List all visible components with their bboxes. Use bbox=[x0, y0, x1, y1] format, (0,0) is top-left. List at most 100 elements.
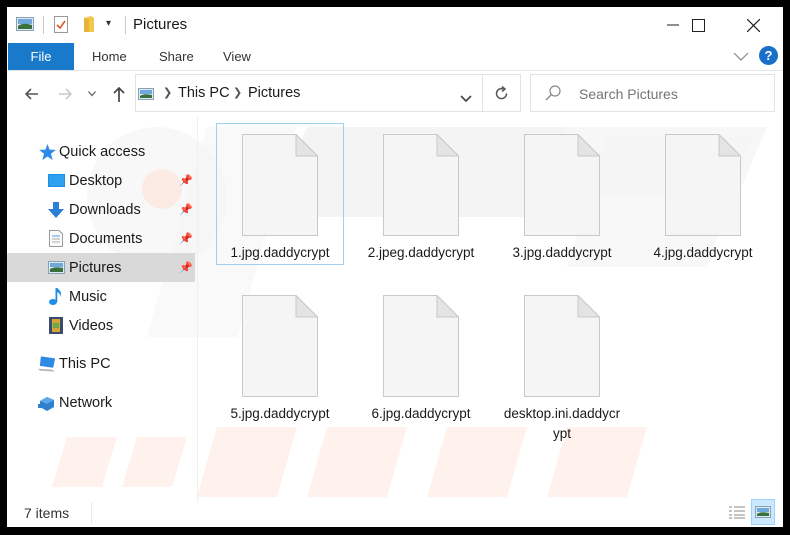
file-name: 6.jpg.daddycrypt bbox=[371, 406, 471, 421]
back-arrow-icon bbox=[25, 88, 38, 100]
sidebar-item-label: This PC bbox=[59, 355, 111, 372]
customize-toolbar-icon[interactable]: ▾ bbox=[106, 18, 111, 29]
file-name: 4.jpg.daddycrypt bbox=[653, 245, 753, 260]
file-name: desktop.ini.daddycrypt bbox=[503, 406, 621, 441]
computer-icon bbox=[38, 355, 56, 372]
up-arrow-icon bbox=[113, 86, 125, 102]
pin-icon[interactable]: 📌 bbox=[179, 174, 193, 187]
close-button[interactable] bbox=[730, 7, 776, 43]
expand-ribbon-button[interactable] bbox=[733, 49, 749, 67]
forward-arrow-icon bbox=[59, 88, 72, 100]
breadcrumb-pictures[interactable]: Pictures bbox=[248, 85, 300, 101]
tab-share[interactable]: Share bbox=[159, 43, 194, 70]
search-icon bbox=[545, 85, 561, 106]
address-dropdown-button[interactable] bbox=[460, 90, 472, 108]
sidebar-item-pictures[interactable]: Pictures 📌 bbox=[7, 253, 195, 282]
videos-icon bbox=[47, 317, 65, 334]
maximize-button[interactable] bbox=[675, 7, 721, 43]
breadcrumb-separator-icon[interactable]: ❯ bbox=[233, 86, 242, 99]
pin-icon[interactable]: 📌 bbox=[179, 261, 193, 274]
file-name: 5.jpg.daddycrypt bbox=[230, 406, 330, 421]
pictures-icon bbox=[47, 260, 65, 276]
status-divider bbox=[91, 502, 92, 524]
network-icon bbox=[38, 395, 56, 411]
details-view-button[interactable] bbox=[725, 499, 749, 525]
details-view-icon bbox=[729, 506, 745, 519]
file-list: 1.jpg.daddycrypt 2.jpeg.daddycrypt 3.jpg.d… bbox=[216, 123, 777, 499]
pin-icon[interactable]: 📌 bbox=[179, 203, 193, 216]
sidebar-item-label: Downloads bbox=[69, 201, 141, 218]
pictures-app-icon bbox=[16, 17, 34, 31]
file-icon bbox=[383, 133, 460, 236]
file-name: 2.jpeg.daddycrypt bbox=[367, 245, 475, 260]
file-icon bbox=[524, 294, 601, 397]
chevron-down-icon bbox=[733, 52, 749, 61]
sidebar-item-videos[interactable]: Videos bbox=[7, 311, 195, 340]
search-input[interactable] bbox=[577, 84, 771, 104]
properties-icon[interactable] bbox=[54, 16, 68, 38]
toolbar-separator bbox=[125, 16, 126, 34]
toolbar-separator bbox=[43, 16, 44, 34]
file-item[interactable]: 5.jpg.daddycrypt bbox=[217, 285, 343, 435]
breadcrumb-separator-icon[interactable]: ❯ bbox=[163, 86, 172, 99]
file-item[interactable]: desktop.ini.daddycrypt bbox=[499, 285, 625, 441]
sidebar-item-label: Quick access bbox=[59, 143, 146, 160]
file-item[interactable]: 6.jpg.daddycrypt bbox=[358, 285, 484, 435]
search-box[interactable] bbox=[530, 74, 775, 112]
download-icon bbox=[47, 201, 65, 218]
sidebar-item-music[interactable]: Music bbox=[7, 282, 195, 311]
sidebar-item-documents[interactable]: Documents 📌 bbox=[7, 224, 195, 253]
refresh-icon bbox=[495, 85, 508, 99]
tab-view[interactable]: View bbox=[223, 43, 251, 70]
file-icon bbox=[665, 133, 742, 236]
title-bar: ▾ Pictures bbox=[7, 7, 783, 43]
music-icon bbox=[47, 288, 65, 305]
window-title: Pictures bbox=[133, 16, 188, 33]
file-icon bbox=[383, 294, 460, 397]
file-item[interactable]: 2.jpeg.daddycrypt bbox=[358, 124, 484, 274]
desktop-icon bbox=[47, 173, 65, 189]
file-item[interactable]: 3.jpg.daddycrypt bbox=[499, 124, 625, 274]
sidebar-item-network[interactable]: Network bbox=[7, 388, 195, 417]
large-icons-view-button[interactable] bbox=[751, 499, 775, 525]
file-name: 3.jpg.daddycrypt bbox=[512, 245, 612, 260]
forward-button[interactable] bbox=[54, 80, 76, 108]
tab-home[interactable]: Home bbox=[92, 43, 127, 70]
new-folder-icon[interactable] bbox=[83, 16, 95, 38]
file-explorer-window: ▾ Pictures File Home Share View ? ❯ This… bbox=[7, 7, 783, 527]
file-item[interactable]: 1.jpg.daddycrypt bbox=[216, 123, 344, 265]
pane-divider[interactable] bbox=[197, 117, 198, 502]
file-icon bbox=[242, 133, 319, 236]
file-icon bbox=[242, 294, 319, 397]
recent-locations-icon bbox=[88, 91, 96, 97]
close-icon bbox=[746, 18, 760, 32]
sidebar-item-quick-access[interactable]: Quick access bbox=[7, 137, 195, 166]
sidebar-item-label: Desktop bbox=[69, 172, 123, 189]
sidebar-item-label: Pictures bbox=[69, 259, 122, 276]
breadcrumb-this-pc[interactable]: This PC bbox=[178, 85, 230, 101]
sidebar-item-label: Music bbox=[69, 288, 107, 305]
sidebar-item-downloads[interactable]: Downloads 📌 bbox=[7, 195, 195, 224]
sidebar-item-this-pc[interactable]: This PC bbox=[7, 349, 195, 378]
up-button[interactable] bbox=[108, 80, 130, 108]
large-icons-view-icon bbox=[755, 506, 771, 518]
sidebar-item-label: Videos bbox=[69, 317, 114, 334]
pin-icon[interactable]: 📌 bbox=[179, 232, 193, 245]
refresh-button[interactable] bbox=[483, 74, 521, 112]
star-icon bbox=[38, 143, 56, 160]
tab-file[interactable]: File bbox=[8, 43, 74, 70]
file-name: 1.jpg.daddycrypt bbox=[230, 245, 330, 260]
recent-locations-button[interactable] bbox=[85, 80, 99, 108]
help-icon: ? bbox=[764, 48, 773, 63]
file-item[interactable]: 4.jpg.daddycrypt bbox=[640, 124, 766, 274]
file-icon bbox=[524, 133, 601, 236]
navigation-pane: Quick access Desktop 📌 Downloads 📌 Docum… bbox=[7, 117, 197, 502]
sidebar-item-desktop[interactable]: Desktop 📌 bbox=[7, 166, 195, 195]
help-button[interactable]: ? bbox=[759, 46, 778, 65]
sidebar-item-label: Documents bbox=[69, 230, 143, 247]
back-button[interactable] bbox=[21, 80, 43, 108]
chevron-down-icon bbox=[460, 95, 472, 103]
maximize-icon bbox=[691, 18, 705, 32]
pictures-location-icon bbox=[138, 87, 154, 105]
documents-icon bbox=[47, 230, 65, 247]
